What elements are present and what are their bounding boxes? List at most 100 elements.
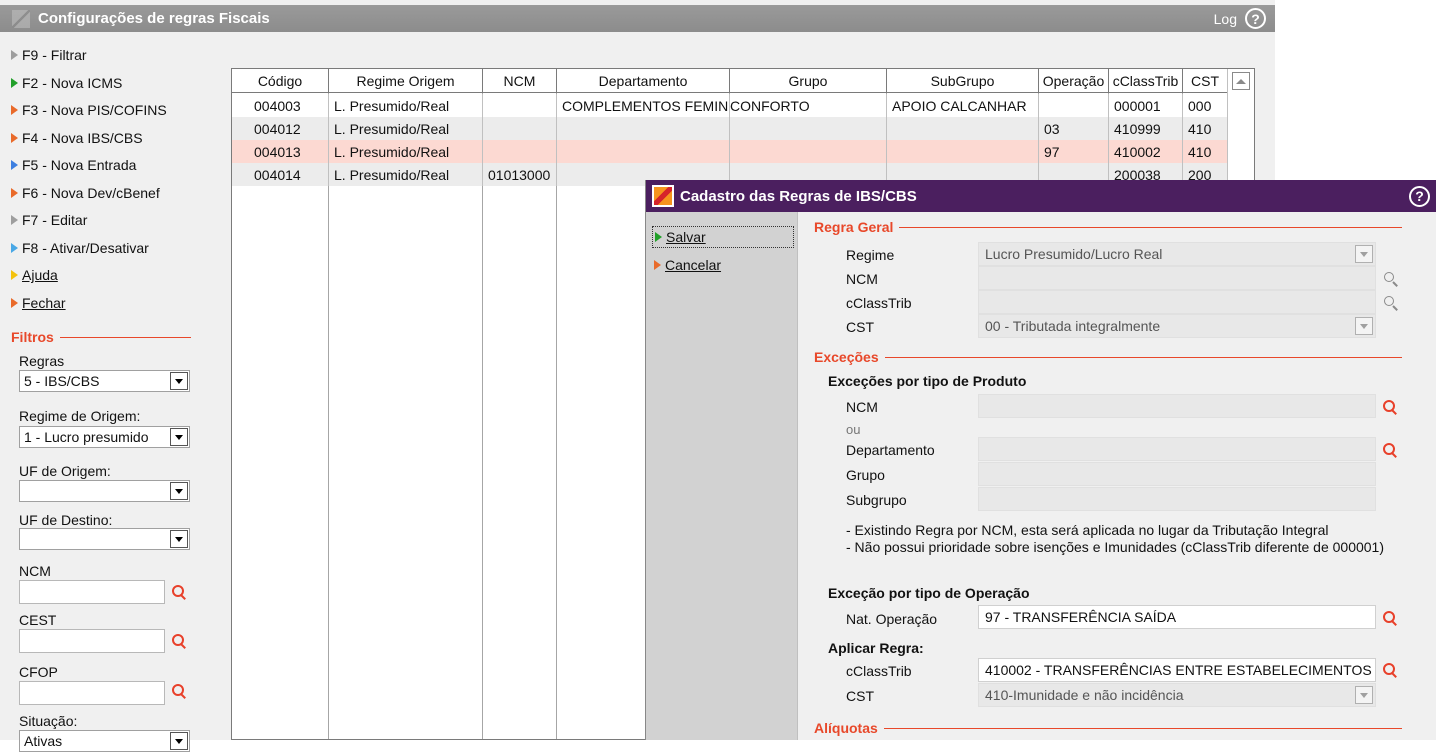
- nat-operacao-input[interactable]: 97 - TRANSFERÊNCIA SAÍDA: [978, 605, 1376, 629]
- filter-regime-select[interactable]: 1 - Lucro presumido: [19, 426, 190, 448]
- search-icon[interactable]: [1383, 611, 1397, 625]
- filters-section-title: Filtros: [11, 329, 191, 345]
- dialog-title: Cadastro das Regras de IBS/CBS: [680, 187, 917, 205]
- dropdown-arrow-icon[interactable]: [170, 428, 188, 446]
- nat-operacao-label: Nat. Operação: [846, 611, 938, 627]
- grid-column-divider: [482, 93, 483, 739]
- search-icon[interactable]: [1383, 400, 1397, 414]
- menu-item-ativar-desativar[interactable]: F8 - Ativar/Desativar: [11, 237, 149, 259]
- filter-ncm-input[interactable]: [19, 580, 165, 604]
- cancelar-button[interactable]: Cancelar: [652, 254, 721, 276]
- log-link[interactable]: Log: [1214, 11, 1237, 27]
- aplicar-cst-select: 410-Imunidade e não incidência: [978, 683, 1376, 707]
- filter-uf-origem-select[interactable]: [19, 480, 190, 502]
- ncm-field: [978, 266, 1376, 290]
- divider: [884, 356, 1402, 358]
- triangle-bullet-icon: [11, 188, 18, 198]
- triangle-bullet-icon: [11, 78, 18, 88]
- app-logo-icon: [652, 185, 674, 207]
- filter-situacao-select[interactable]: Ativas: [19, 730, 190, 752]
- regime-select: Lucro Presumido/Lucro Real: [978, 242, 1376, 266]
- search-icon[interactable]: [172, 634, 186, 648]
- subgrupo-input[interactable]: [978, 487, 1376, 511]
- excecoes-produto-title: Exceções por tipo de Produto: [828, 373, 1027, 389]
- help-icon[interactable]: ?: [1409, 185, 1430, 207]
- col-header-subgrupo[interactable]: SubGrupo: [887, 69, 1039, 93]
- filter-situacao-label: Situação:: [19, 713, 78, 729]
- triangle-bullet-icon: [11, 298, 18, 308]
- dialog-sidebar: Salvar Cancelar: [646, 212, 798, 740]
- salvar-button[interactable]: Salvar: [652, 226, 794, 248]
- col-header-departamento[interactable]: Departamento: [557, 69, 730, 93]
- main-titlebar: Configurações de regras Fiscais Log ?: [0, 5, 1275, 32]
- filter-regras-label: Regras: [19, 353, 65, 369]
- col-header-regime-origem[interactable]: Regime Origem: [329, 69, 483, 93]
- cclasstrib-label: cClassTrib: [846, 295, 912, 311]
- menu-item-filtrar[interactable]: F9 - Filtrar: [11, 44, 87, 66]
- exc-ncm-input[interactable]: [978, 394, 1376, 418]
- table-row-selected[interactable]: 004013 L. Presumido/Real 97 410002 410: [232, 140, 1228, 163]
- help-icon[interactable]: ?: [1245, 8, 1266, 29]
- grupo-input[interactable]: [978, 462, 1376, 486]
- menu-item-nova-pis-cofins[interactable]: F3 - Nova PIS/COFINS: [11, 99, 167, 121]
- table-row[interactable]: 004012 L. Presumido/Real 03 410999 410: [232, 117, 1228, 140]
- ibs-cbs-dialog: Cadastro das Regras de IBS/CBS ? Salvar …: [646, 180, 1436, 740]
- triangle-bullet-icon: [11, 133, 18, 143]
- search-icon[interactable]: [1383, 443, 1397, 457]
- dropdown-arrow-icon[interactable]: [170, 732, 188, 750]
- dropdown-arrow-icon: [1355, 317, 1373, 335]
- departamento-label: Departamento: [846, 442, 935, 458]
- filter-cest-label: CEST: [19, 612, 57, 628]
- aplicar-cst-label: CST: [846, 688, 874, 704]
- grid-column-divider: [556, 93, 557, 739]
- grid-header: Código Regime Origem NCM Departamento Gr…: [232, 69, 1228, 93]
- dialog-titlebar: Cadastro das Regras de IBS/CBS ?: [646, 180, 1436, 212]
- menu-item-nova-icms[interactable]: F2 - Nova ICMS: [11, 72, 122, 94]
- col-header-cclasstrib[interactable]: cClassTrib: [1109, 69, 1183, 93]
- col-header-ncm[interactable]: NCM: [483, 69, 557, 93]
- aplicar-regra-title: Aplicar Regra:: [828, 640, 924, 656]
- triangle-bullet-icon: [11, 243, 18, 253]
- cclasstrib-field: [978, 290, 1376, 314]
- cst-label: CST: [846, 319, 874, 335]
- search-icon: [1384, 296, 1398, 310]
- menu-item-editar[interactable]: F7 - Editar: [11, 209, 87, 231]
- ncm-label: NCM: [846, 271, 878, 287]
- col-header-cst[interactable]: CST: [1183, 69, 1228, 93]
- filter-cfop-input[interactable]: [19, 681, 165, 705]
- dropdown-arrow-icon: [1355, 245, 1373, 263]
- regra-geral-section-title: Regra Geral: [814, 219, 1402, 235]
- triangle-bullet-icon: [11, 270, 18, 280]
- grid-column-divider: [328, 93, 329, 739]
- departamento-input[interactable]: [978, 437, 1376, 461]
- table-row[interactable]: 004003 L. Presumido/Real COMPLEMENTOS FE…: [232, 94, 1228, 117]
- divider: [59, 336, 191, 338]
- triangle-bullet-icon: [655, 232, 662, 242]
- triangle-bullet-icon: [11, 105, 18, 115]
- menu-item-nova-entrada[interactable]: F5 - Nova Entrada: [11, 154, 136, 176]
- filter-uf-destino-select[interactable]: [19, 528, 190, 550]
- col-header-grupo[interactable]: Grupo: [730, 69, 887, 93]
- scroll-up-icon[interactable]: [1232, 72, 1250, 90]
- triangle-bullet-icon: [11, 160, 18, 170]
- dropdown-arrow-icon[interactable]: [170, 530, 188, 548]
- menu-item-ajuda[interactable]: Ajuda: [11, 264, 58, 286]
- triangle-bullet-icon: [11, 50, 18, 60]
- col-header-operacao[interactable]: Operação: [1039, 69, 1109, 93]
- col-header-codigo[interactable]: Código: [232, 69, 329, 93]
- menu-item-fechar[interactable]: Fechar: [11, 292, 66, 314]
- aplicar-cclasstrib-input[interactable]: 410002 - TRANSFERÊNCIAS ENTRE ESTABELECI…: [978, 658, 1376, 682]
- dropdown-arrow-icon[interactable]: [170, 372, 188, 390]
- grupo-label: Grupo: [846, 467, 885, 483]
- search-icon[interactable]: [1383, 663, 1397, 677]
- triangle-bullet-icon: [11, 215, 18, 225]
- menu-item-nova-dev-cbenef[interactable]: F6 - Nova Dev/cBenef: [11, 182, 160, 204]
- search-icon[interactable]: [172, 585, 186, 599]
- filter-cest-input[interactable]: [19, 629, 165, 653]
- exc-ncm-label: NCM: [846, 399, 878, 415]
- filter-regras-select[interactable]: 5 - IBS/CBS: [19, 370, 190, 392]
- search-icon[interactable]: [172, 684, 186, 698]
- filter-cfop-label: CFOP: [19, 664, 58, 680]
- dropdown-arrow-icon[interactable]: [170, 482, 188, 500]
- menu-item-nova-ibs-cbs[interactable]: F4 - Nova IBS/CBS: [11, 127, 143, 149]
